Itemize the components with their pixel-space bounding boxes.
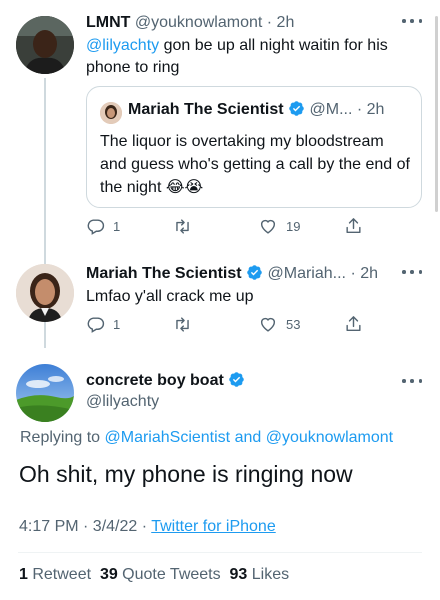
verified-badge-icon: [247, 265, 262, 280]
display-name[interactable]: LMNT: [86, 14, 130, 31]
reply-icon: [87, 317, 105, 333]
main-tweet-text: Oh shit, my phone is ringing now: [19, 461, 353, 487]
share-icon: [346, 218, 361, 234]
display-name: Mariah The Scientist: [128, 101, 284, 118]
tweet-timestamp: 4:17 PM · 3/4/22 · Twitter for iPhone: [19, 518, 276, 535]
heart-icon: [260, 317, 276, 332]
divider: [18, 552, 422, 553]
handle[interactable]: @youknowlamont: [135, 14, 262, 31]
replying-to: Replying to @MariahScientist and @youkno…: [20, 429, 394, 446]
tweet1-header: LMNT @youknowlamont · 2h: [86, 14, 294, 32]
share-button[interactable]: [344, 314, 363, 334]
scrollbar[interactable]: [435, 16, 438, 212]
main-name: concrete boy boat: [86, 371, 245, 390]
timestamp[interactable]: · 2h: [267, 14, 295, 31]
reply-button[interactable]: 1: [86, 217, 120, 236]
quoted-tweet[interactable]: Mariah The Scientist @M... · 2h The liqu…: [86, 86, 422, 208]
handle: @M...: [309, 101, 353, 118]
tweet2-header: Mariah The Scientist @Mariah... · 2h: [86, 264, 378, 283]
retweet-button[interactable]: [172, 217, 193, 236]
replying-to-links[interactable]: @MariahScientist and @youknowlamont: [105, 429, 394, 446]
reply-button[interactable]: 1: [86, 315, 120, 334]
tweet-text: Lmfao y'all crack me up: [86, 288, 254, 305]
share-icon: [346, 316, 361, 332]
source-link[interactable]: Twitter for iPhone: [151, 518, 276, 535]
display-name[interactable]: concrete boy boat: [86, 372, 224, 389]
more-options-icon[interactable]: [402, 18, 422, 24]
verified-badge-icon: [229, 372, 245, 387]
share-button[interactable]: [344, 216, 363, 236]
avatar-mariah-small: [100, 102, 122, 124]
retweet-icon: [176, 219, 189, 234]
like-button[interactable]: 19: [258, 217, 300, 236]
handle[interactable]: @Mariah...: [268, 265, 346, 282]
like-button[interactable]: 53: [258, 315, 300, 334]
retweet-button[interactable]: [172, 315, 193, 334]
timestamp: · 2h: [356, 101, 385, 118]
avatar-concrete-boy-boat[interactable]: [16, 364, 74, 422]
avatar-lmnt[interactable]: [16, 16, 74, 74]
verified-badge-icon: [289, 101, 304, 116]
retweet-icon: [176, 317, 189, 332]
mention-link[interactable]: @lilyachty: [86, 37, 159, 54]
quote-header: Mariah The Scientist @M... · 2h: [128, 100, 384, 119]
retweets-stat[interactable]: 1 Retweet: [19, 566, 91, 583]
quote-text: The liquor is overtaking my bloodstream …: [100, 133, 410, 196]
heart-icon: [260, 219, 276, 234]
more-options-icon[interactable]: [402, 378, 422, 384]
display-name[interactable]: Mariah The Scientist: [86, 265, 242, 282]
quote-tweets-stat[interactable]: 39 Quote Tweets: [100, 566, 221, 583]
reply-icon: [87, 219, 105, 235]
engagement-stats: 1 Retweet 39 Quote Tweets 93 Likes: [19, 566, 289, 584]
timestamp[interactable]: · 2h: [350, 265, 378, 282]
tweet-text: @lilyachty gon be up all night waitin fo…: [86, 37, 388, 76]
avatar-mariah[interactable]: [16, 264, 74, 322]
likes-stat[interactable]: 93 Likes: [230, 566, 290, 583]
more-options-icon[interactable]: [402, 269, 422, 275]
handle[interactable]: @lilyachty: [86, 393, 159, 411]
